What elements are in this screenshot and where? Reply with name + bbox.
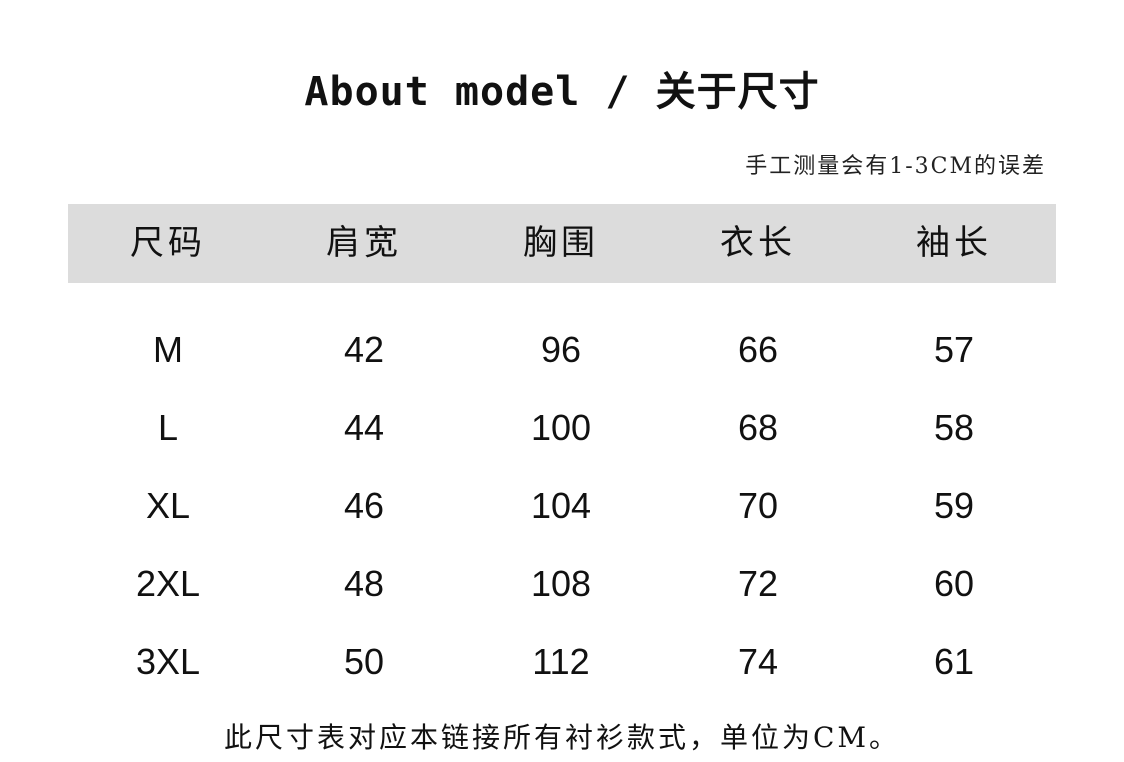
chest-cell: 96 — [540, 329, 582, 370]
size-cell: M — [153, 329, 183, 370]
sleeve-cell: 59 — [933, 485, 975, 526]
length-cell: 74 — [737, 641, 779, 682]
table-row: 2XL 48 108 72 60 — [68, 554, 1056, 614]
header-shoulder-width: 肩宽 — [326, 223, 402, 263]
shoulder-cell: 48 — [343, 563, 385, 604]
header-size: 尺码 — [130, 223, 206, 263]
length-cell: 72 — [737, 563, 779, 604]
header-chest: 胸围 — [523, 223, 599, 263]
header-length: 衣长 — [720, 223, 796, 263]
size-cell: XL — [145, 485, 191, 526]
shoulder-cell: 44 — [343, 407, 385, 448]
shoulder-cell: 46 — [343, 485, 385, 526]
size-cell: 2XL — [135, 563, 201, 604]
chest-cell: 104 — [530, 485, 592, 526]
table-row: L 44 100 68 58 — [68, 398, 1056, 458]
measurement-error-note: 手工测量会有1-3CM的误差 — [745, 154, 1046, 179]
size-cell: L — [157, 407, 179, 448]
shoulder-cell: 42 — [343, 329, 385, 370]
chest-cell: 108 — [530, 563, 592, 604]
footer-note: 此尺寸表对应本链接所有衬衫款式，单位为CM。 — [223, 721, 901, 754]
sleeve-cell: 58 — [933, 407, 975, 448]
size-cell: 3XL — [135, 641, 201, 682]
chest-cell: 112 — [532, 641, 590, 682]
length-cell: 70 — [737, 485, 779, 526]
table-row: M 42 96 66 57 — [68, 320, 1056, 380]
chest-cell: 100 — [530, 407, 592, 448]
size-table-header: 尺码 肩宽 胸围 衣长 袖长 — [68, 204, 1056, 283]
table-row: 3XL 50 112 74 61 — [68, 632, 1056, 692]
sleeve-cell: 57 — [933, 329, 975, 370]
header-sleeve-length: 袖长 — [916, 223, 992, 263]
table-row: XL 46 104 70 59 — [68, 476, 1056, 536]
shoulder-cell: 50 — [343, 641, 385, 682]
sleeve-cell: 61 — [933, 641, 975, 682]
length-cell: 66 — [737, 329, 779, 370]
sleeve-cell: 60 — [933, 563, 975, 604]
length-cell: 68 — [737, 407, 779, 448]
page-title: About model / 关于尺寸 — [304, 69, 820, 115]
